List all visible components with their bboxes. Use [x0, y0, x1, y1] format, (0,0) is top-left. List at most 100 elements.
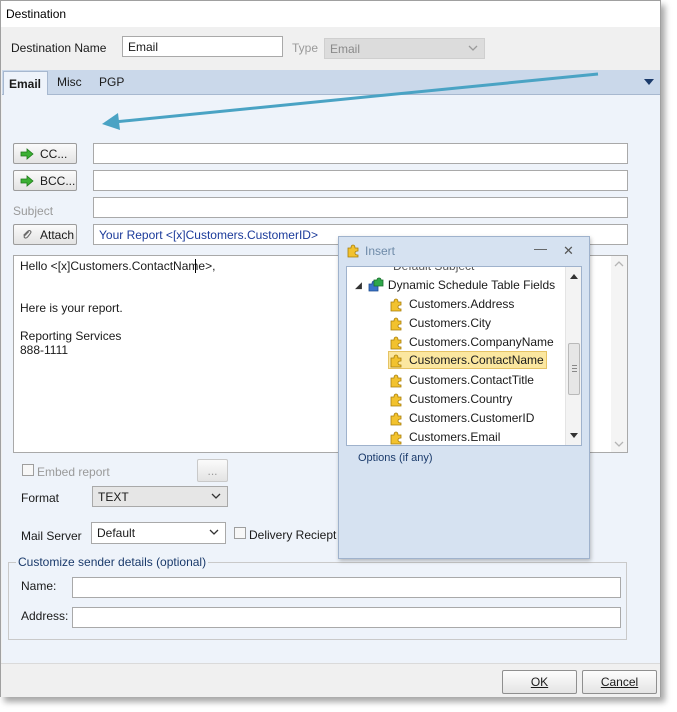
text-cursor: [195, 259, 196, 273]
tree-item-field[interactable]: Customers.CompanyName: [389, 333, 554, 351]
sender-details-group: Customize sender details (optional): [8, 555, 627, 640]
bcc-button[interactable]: BCC...: [13, 170, 77, 191]
paperclip-icon: [23, 229, 32, 239]
tab-email-label: Email: [9, 77, 42, 91]
close-icon[interactable]: ✕: [563, 243, 574, 259]
attach-button[interactable]: Attach: [13, 224, 77, 245]
puzzle-icon: [347, 244, 359, 258]
bcc-input[interactable]: [93, 197, 628, 218]
sender-name-label: Name:: [21, 579, 57, 593]
cc-button-label: CC...: [40, 146, 68, 161]
green-arrow-icon: [20, 174, 34, 187]
insert-panel-title: Insert: [365, 244, 396, 258]
puzzle-icon: [390, 412, 402, 426]
tree-node-dynamic-fields[interactable]: ◢ Dynamic Schedule Table Fields: [355, 276, 555, 294]
chevron-down-icon: [211, 493, 221, 499]
puzzle-icon: [390, 393, 402, 407]
tree-item-field[interactable]: Customers.ContactTitle: [389, 371, 534, 389]
tab-misc[interactable]: Misc: [57, 75, 82, 89]
title-bar: Destination: [1, 1, 660, 27]
scroll-up-icon[interactable]: [569, 272, 579, 280]
to-input[interactable]: [93, 143, 628, 164]
tree-item-label: Customers.Email: [409, 430, 501, 444]
cc-button[interactable]: CC...: [13, 143, 77, 164]
tree-item-label: Customers.ContactName: [409, 353, 544, 367]
puzzle-icon: [390, 354, 402, 368]
destination-name-label: Destination Name: [11, 41, 107, 55]
minimize-icon[interactable]: —: [534, 241, 547, 256]
bcc-button-label: BCC...: [40, 173, 76, 188]
type-value: Email: [330, 42, 361, 56]
puzzle-icon: [390, 374, 402, 388]
puzzle-icon: [390, 431, 402, 445]
multi-puzzle-icon: [368, 277, 384, 292]
cancel-button[interactable]: Cancel: [582, 670, 657, 694]
tree-item-field[interactable]: Customers.Email: [389, 428, 501, 445]
body-line: 888-1111: [20, 343, 69, 357]
cc-input[interactable]: [93, 170, 628, 191]
tab-menu-dropdown-icon[interactable]: [644, 79, 654, 85]
delivery-receipt-checkbox[interactable]: [234, 527, 246, 539]
embed-report-checkbox[interactable]: [22, 464, 34, 476]
collapse-triangle-icon[interactable]: ◢: [355, 280, 362, 291]
window-title: Destination: [6, 7, 67, 21]
attach-button-label: Attach: [40, 227, 75, 242]
sender-name-input[interactable]: [72, 577, 621, 598]
tree-item-label: Customers.Address: [409, 297, 515, 311]
ok-button[interactable]: OK: [502, 670, 577, 694]
insert-panel: Insert — ✕ Default Subject ◢ Dynamic Sch…: [338, 236, 590, 559]
chevron-down-icon: [209, 529, 219, 535]
puzzle-icon: [390, 336, 402, 350]
tree-item-label: Customers.CompanyName: [409, 335, 554, 349]
chevron-down-icon: [468, 45, 478, 51]
type-select: Email: [324, 38, 485, 59]
tree-item-field[interactable]: Customers.City: [389, 314, 491, 332]
puzzle-icon: [390, 317, 402, 331]
annotation-arrow-icon: [102, 72, 599, 130]
dialog-footer: OK Cancel: [1, 663, 660, 697]
tree-scrollbar[interactable]: [565, 267, 581, 445]
sender-address-input[interactable]: [72, 607, 621, 628]
mail-server-label: Mail Server: [21, 529, 82, 543]
type-label: Type: [292, 41, 319, 55]
tree-item-field[interactable]: Customers.CustomerID: [389, 409, 534, 427]
tree-item-field[interactable]: Customers.Country: [389, 390, 512, 408]
cancel-button-label: Cancel: [600, 675, 639, 689]
tab-email[interactable]: Email: [3, 71, 49, 96]
body-line: Here is your report.: [20, 301, 123, 315]
tree-item-partial[interactable]: Default Subject: [393, 267, 474, 275]
mail-server-select[interactable]: Default: [91, 522, 226, 544]
format-value: TEXT: [98, 490, 129, 504]
sender-address-label: Address:: [21, 609, 69, 623]
puzzle-icon: [390, 298, 402, 312]
format-select[interactable]: TEXT: [92, 486, 228, 507]
options-label: Options (if any): [358, 452, 433, 464]
sender-group-title: Customize sender details (optional): [16, 555, 209, 569]
embed-report-label: Embed report: [37, 465, 110, 479]
tree-item-field-selected[interactable]: Customers.ContactName: [388, 351, 547, 369]
destination-name-input[interactable]: Email: [122, 36, 283, 57]
scroll-down-icon[interactable]: [614, 440, 624, 448]
format-label: Format: [21, 491, 60, 505]
tab-misc-label: Misc: [57, 75, 82, 89]
body-line: Hello <[x]Customers.ContactName>,: [20, 259, 216, 273]
delivery-receipt-label: Delivery Reciept: [249, 528, 337, 542]
embed-browse-button[interactable]: ...: [197, 459, 228, 482]
insert-field-tree[interactable]: Default Subject ◢ Dynamic Schedule Table…: [346, 266, 582, 446]
tree-item-field[interactable]: Customers.Address: [389, 295, 514, 313]
scroll-down-icon[interactable]: [569, 432, 579, 440]
destination-dialog: Destination Destination Name Email Type …: [0, 0, 661, 697]
scroll-up-icon[interactable]: [614, 260, 624, 268]
mail-server-value: Default: [97, 526, 136, 540]
subject-label: Subject: [13, 204, 54, 218]
body-line: Reporting Services: [20, 329, 122, 343]
body-scrollbar[interactable]: [611, 256, 627, 452]
tree-item-label: Customers.CustomerID: [409, 411, 535, 425]
green-arrow-icon: [20, 147, 34, 160]
ok-button-label: OK: [530, 675, 549, 689]
scroll-thumb[interactable]: [568, 343, 580, 395]
tree-item-label: Customers.City: [409, 316, 492, 330]
tree-item-label: Customers.Country: [409, 392, 513, 406]
tree-node-dynamic-fields-label: Dynamic Schedule Table Fields: [387, 278, 556, 292]
tree-item-label: Customers.ContactTitle: [409, 373, 534, 387]
